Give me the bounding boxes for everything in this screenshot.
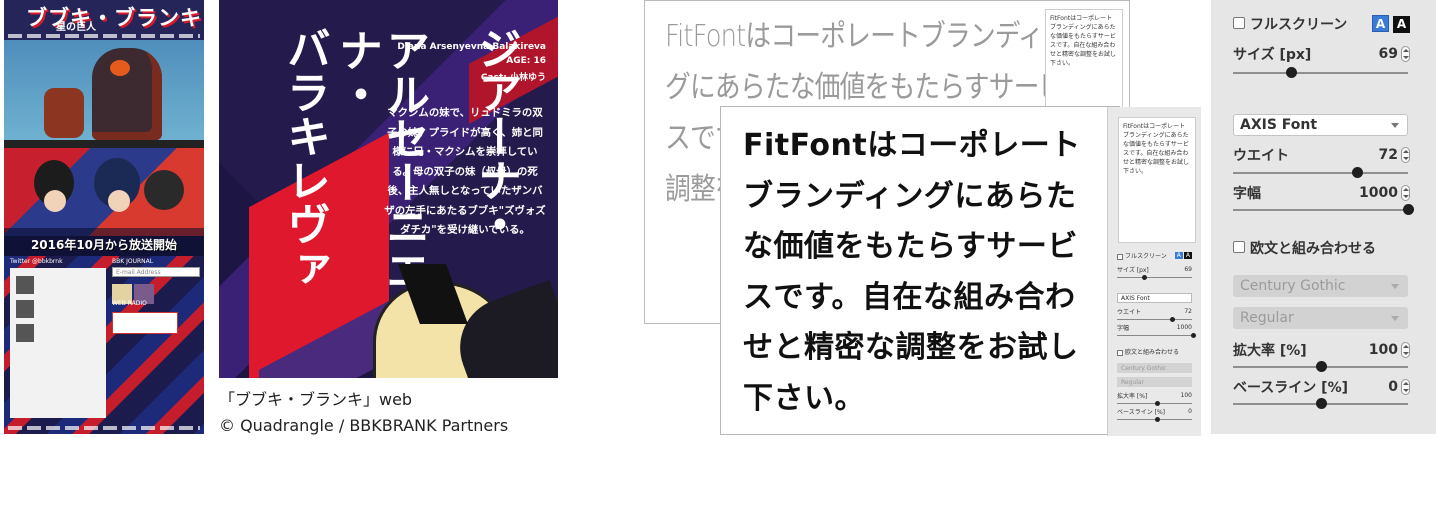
latin-font-select[interactable]: Century Gothic: [1233, 275, 1408, 297]
site-logo: ブブキ・ブランキ: [26, 6, 202, 30]
latin-style-select[interactable]: Regular: [1233, 307, 1408, 329]
width-slider[interactable]: [1233, 204, 1414, 215]
site-nav: [8, 34, 200, 38]
baseline-label: ベースライン [%]: [1233, 380, 1348, 396]
light-mode-button[interactable]: A: [1372, 15, 1389, 32]
chevron-down-icon: [1391, 284, 1399, 289]
scale-stepper[interactable]: [1401, 342, 1410, 358]
dark-mode-button[interactable]: A: [1393, 16, 1410, 33]
font-select[interactable]: AXIS Font: [1233, 114, 1408, 136]
baseline-stepper[interactable]: [1401, 379, 1410, 395]
scale-slider[interactable]: [1233, 361, 1408, 372]
mini-fullscreen-checkbox[interactable]: [1117, 253, 1123, 260]
character-cast: Cast: 小林ゆう: [480, 73, 546, 83]
mini-font-select[interactable]: AXIS Font: [1117, 293, 1192, 303]
size-stepper[interactable]: [1401, 46, 1410, 62]
twitter-label: Twitter @bbkbrnk: [10, 258, 63, 265]
size-label: サイズ [px]: [1233, 47, 1312, 63]
weight-value[interactable]: 72: [1379, 147, 1398, 163]
footer-nav: [8, 426, 200, 430]
mini-latin-style-select[interactable]: Regular: [1117, 377, 1192, 387]
weight-label: ウエイト: [1233, 148, 1289, 164]
mini-latin-font-select[interactable]: Century Gothic: [1117, 363, 1192, 373]
scale-label: 拡大率 [%]: [1233, 343, 1307, 359]
width-slider-knob[interactable]: [1403, 204, 1414, 215]
size-slider-knob[interactable]: [1285, 67, 1297, 78]
size-value[interactable]: 69: [1379, 46, 1398, 62]
caption-copyright: © Quadrangle / BBKBRANK Partners: [219, 416, 509, 435]
scale-value[interactable]: 100: [1369, 342, 1398, 358]
broadcast-date: 2016年10月から放送開始: [30, 238, 178, 252]
width-stepper[interactable]: [1401, 185, 1410, 201]
radio-label: WEB RADIO: [112, 300, 147, 307]
baseline-value[interactable]: 0: [1388, 379, 1398, 395]
scale-slider-knob[interactable]: [1315, 361, 1327, 372]
character-name-col3: バラキレヴァ: [279, 26, 330, 290]
width-label: 字幅: [1233, 186, 1261, 202]
combine-latin-checkbox[interactable]: [1233, 241, 1245, 253]
baseline-slider-knob[interactable]: [1315, 398, 1327, 409]
character-age: AGE: 16: [506, 56, 546, 66]
weight-stepper[interactable]: [1401, 147, 1410, 163]
caption-title: 「ブブキ・ブランキ」web: [219, 390, 413, 409]
front-mini-panel: FitFontはコーポレートブランディングにあらたな価値をもたらすサービスです。…: [1107, 107, 1201, 436]
fullscreen-checkbox[interactable]: [1233, 17, 1245, 29]
size-slider[interactable]: [1233, 67, 1408, 78]
site-logo-sub: 星の巨人: [56, 22, 96, 33]
fullscreen-label: フルスクリーン: [1250, 17, 1348, 33]
radio-banner[interactable]: [112, 312, 178, 334]
chevron-down-icon: [1391, 123, 1399, 128]
romanized-name: Diana Arsenyevna Balakireva: [397, 42, 546, 52]
weight-slider-knob[interactable]: [1352, 167, 1364, 178]
fitfont-preview-front: FitFontはコーポレートブランディングにあらたな価値をもたらすサービスです。…: [720, 106, 1201, 436]
settings-panel: フルスクリーン AA サイズ [px] 69 AXIS Font ウエイト 72…: [1211, 0, 1436, 434]
weight-slider[interactable]: [1233, 167, 1408, 178]
back-mini-preview: FitFontはコーポレートブランディングにあらたな価値をもたらすサービスです。…: [1045, 9, 1123, 109]
website-screenshot: ブブキ・ブランキ 星の巨人 2016年10月から放送開始 Twitter @bb…: [4, 0, 204, 434]
journal-label: BBK JOURNAL: [112, 258, 154, 265]
character-poster: ジアーナ・ アルセーニエヴナ・ バラキレヴァ Diana Arsenyevna …: [219, 0, 558, 378]
baseline-slider[interactable]: [1233, 398, 1408, 409]
combine-latin-label: 欧文と組み合わせる: [1250, 241, 1376, 257]
email-input[interactable]: E-mail Address: [112, 267, 200, 277]
character-description: マクシムの妹で、リュドミラの双子の妹。プライドが高く、姉と同様に兄・マクシムを崇…: [384, 107, 546, 236]
chevron-down-icon: [1391, 316, 1399, 321]
front-preview-text: FitFontはコーポレートブランディングにあらたな価値をもたらすサービスです。…: [743, 128, 1081, 416]
width-value[interactable]: 1000: [1359, 185, 1398, 201]
